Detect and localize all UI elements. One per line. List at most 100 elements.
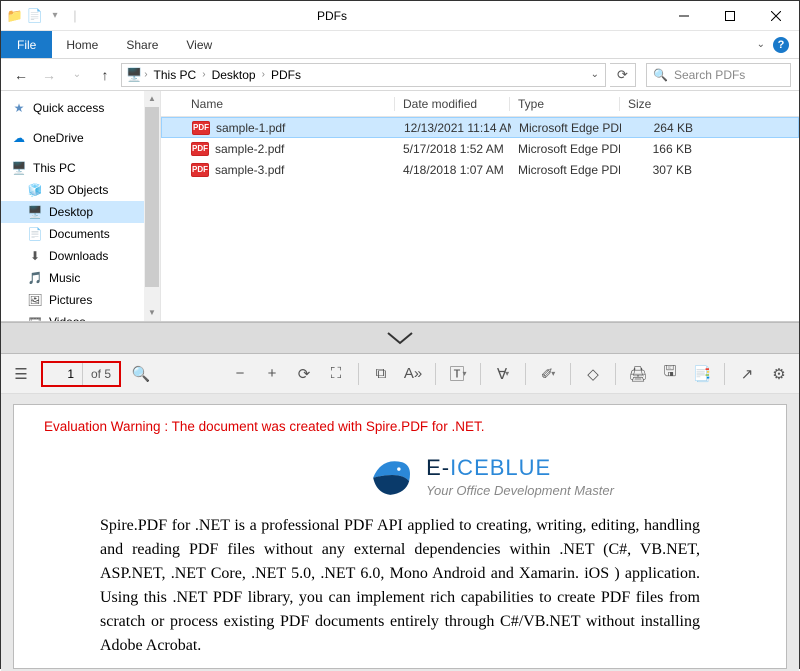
pdf-viewport[interactable]: Evaluation Warning : The document was cr… bbox=[1, 394, 799, 671]
file-size: 307 KB bbox=[620, 163, 700, 177]
refresh-button[interactable]: ⟳ bbox=[610, 63, 636, 87]
file-name: sample-3.pdf bbox=[215, 163, 284, 177]
address-bar: ← → ⌄ ↑ 🖥️ › This PC › Desktop › PDFs ⌄ … bbox=[1, 59, 799, 91]
file-row[interactable]: PDFsample-3.pdf4/18/2018 1:07 AMMicrosof… bbox=[161, 159, 799, 180]
share-icon[interactable]: ↗ bbox=[735, 362, 759, 386]
contents-icon[interactable]: ☰ bbox=[9, 362, 33, 386]
file-row[interactable]: PDF sample-2.pdf 5/17/2018 1:52 AMMicrosof… bbox=[161, 138, 799, 159]
scroll-up-icon[interactable]: ▲ bbox=[148, 91, 156, 107]
eiceblue-logo-icon bbox=[366, 452, 418, 500]
recent-dropdown[interactable]: ⌄ bbox=[65, 63, 89, 87]
ribbon: File Home Share View ⌄ ? bbox=[1, 31, 799, 59]
evaluation-warning: Evaluation Warning : The document was cr… bbox=[44, 419, 756, 434]
breadcrumb[interactable]: 🖥️ › This PC › Desktop › PDFs ⌄ bbox=[121, 63, 606, 87]
monitor-icon: 🖥️ bbox=[126, 67, 142, 83]
maximize-button[interactable] bbox=[707, 1, 753, 31]
ribbon-expand-icon[interactable]: ⌄ bbox=[757, 39, 765, 50]
music-icon: 🎵 bbox=[27, 271, 43, 285]
sidebar-desktop[interactable]: 🖥️Desktop bbox=[1, 201, 160, 223]
zoom-in-icon[interactable]: + bbox=[260, 362, 284, 386]
column-name[interactable]: Name bbox=[183, 97, 395, 111]
pdf-toolbar: ☰ 1 of 5 🔍 − + ⟳ ⛶ ⧉ A» 🅃▾ ∀▾ ✐▾ ◇ 🖨 🖫 📑… bbox=[1, 354, 799, 394]
pdf-body-text: Spire.PDF for .NET is a professional PDF… bbox=[44, 514, 756, 658]
sidebar-music[interactable]: 🎵Music bbox=[1, 267, 160, 289]
scroll-down-icon[interactable]: ▼ bbox=[148, 305, 156, 321]
monitor-icon: 🖥️ bbox=[11, 161, 27, 175]
forward-button[interactable]: → bbox=[37, 63, 61, 87]
video-icon: 🎞 bbox=[27, 315, 43, 321]
tab-view[interactable]: View bbox=[172, 31, 226, 58]
page-input[interactable]: 1 bbox=[43, 363, 83, 385]
help-icon[interactable]: ? bbox=[773, 37, 789, 53]
pdf-page: Evaluation Warning : The document was cr… bbox=[13, 404, 787, 669]
chevron-down-icon bbox=[386, 331, 414, 345]
pdf-icon: PDF bbox=[191, 163, 209, 177]
file-size: 166 KB bbox=[620, 142, 700, 156]
titlebar: 📁 📄 ▾ | PDFs bbox=[1, 1, 799, 31]
file-name: sample-1.pdf bbox=[216, 121, 285, 135]
column-type[interactable]: Type bbox=[510, 97, 620, 111]
settings-icon[interactable]: ⚙ bbox=[767, 362, 791, 386]
rotate-icon[interactable]: ⟳ bbox=[292, 362, 316, 386]
breadcrumb-thispc[interactable]: This PC bbox=[150, 68, 201, 82]
breadcrumb-desktop[interactable]: Desktop bbox=[208, 68, 260, 82]
file-row[interactable]: PDF sample-1.pdf 12/13/2021 11:14 AMMicros… bbox=[161, 117, 799, 138]
sidebar-onedrive[interactable]: ☁OneDrive bbox=[1, 127, 160, 149]
up-button[interactable]: ↑ bbox=[93, 63, 117, 87]
pdf-icon: PDF bbox=[191, 142, 209, 156]
preview-divider[interactable] bbox=[1, 322, 799, 354]
sidebar-documents[interactable]: 📄Documents bbox=[1, 223, 160, 245]
back-button[interactable]: ← bbox=[9, 63, 33, 87]
breadcrumb-sep: › bbox=[144, 69, 147, 80]
file-date: 12/13/2021 11:14 AM bbox=[396, 121, 511, 135]
fit-page-icon[interactable]: ⛶ bbox=[324, 362, 348, 386]
text-tool-icon[interactable]: 🅃▾ bbox=[446, 362, 470, 386]
sidebar-quickaccess[interactable]: ★Quick access bbox=[1, 97, 160, 119]
sidebar-3dobjects[interactable]: 🧊3D Objects bbox=[1, 179, 160, 201]
file-name: sample-2.pdf bbox=[215, 142, 284, 156]
print-icon[interactable]: 🖨 bbox=[626, 362, 650, 386]
highlight-tool-icon[interactable]: ✐▾ bbox=[536, 362, 560, 386]
page-view-icon[interactable]: ⧉ bbox=[369, 362, 393, 386]
window-title: PDFs bbox=[3, 9, 661, 23]
pictures-icon: 🖼 bbox=[27, 293, 43, 307]
file-list[interactable]: Name Date modified Type Size PDF sample-1… bbox=[161, 91, 799, 321]
save-icon[interactable]: 🖫 bbox=[658, 362, 682, 386]
page-indicator: 1 of 5 bbox=[41, 361, 121, 387]
read-aloud-icon[interactable]: A» bbox=[401, 362, 425, 386]
pdf-icon: PDF bbox=[192, 121, 210, 135]
search-input[interactable]: 🔍 Search PDFs bbox=[646, 63, 791, 87]
sidebar-thispc[interactable]: 🖥️This PC bbox=[1, 157, 160, 179]
search-placeholder: Search PDFs bbox=[674, 68, 745, 82]
cloud-icon: ☁ bbox=[11, 131, 27, 145]
tab-share[interactable]: Share bbox=[112, 31, 172, 58]
erase-icon[interactable]: ◇ bbox=[581, 362, 605, 386]
column-date[interactable]: Date modified bbox=[395, 97, 510, 111]
cube-icon: 🧊 bbox=[27, 183, 43, 197]
save-as-icon[interactable]: 📑 bbox=[690, 362, 714, 386]
minimize-button[interactable] bbox=[661, 1, 707, 31]
page-total: of 5 bbox=[83, 367, 119, 381]
file-type: Microsoft Edge PDF ... bbox=[511, 121, 621, 135]
search-icon: 🔍 bbox=[653, 68, 668, 82]
draw-tool-icon[interactable]: ∀▾ bbox=[491, 362, 515, 386]
search-pdf-icon[interactable]: 🔍 bbox=[129, 362, 153, 386]
tab-home[interactable]: Home bbox=[52, 31, 112, 58]
sidebar-videos[interactable]: 🎞Videos bbox=[1, 311, 160, 321]
file-date: 4/18/2018 1:07 AM bbox=[395, 163, 510, 177]
scroll-thumb[interactable] bbox=[145, 107, 159, 287]
close-button[interactable] bbox=[753, 1, 799, 31]
file-tab[interactable]: File bbox=[1, 31, 52, 58]
column-size[interactable]: Size bbox=[620, 97, 700, 111]
zoom-out-icon[interactable]: − bbox=[228, 362, 252, 386]
navigation-pane[interactable]: ★Quick access ☁OneDrive 🖥️This PC 🧊3D Ob… bbox=[1, 91, 161, 321]
sidebar-downloads[interactable]: ⬇Downloads bbox=[1, 245, 160, 267]
file-date: 5/17/2018 1:52 AM bbox=[395, 142, 510, 156]
breadcrumb-dropdown-icon[interactable]: ⌄ bbox=[591, 69, 599, 80]
file-size: 264 KB bbox=[621, 121, 701, 135]
sidebar-pictures[interactable]: 🖼Pictures bbox=[1, 289, 160, 311]
breadcrumb-pdfs[interactable]: PDFs bbox=[267, 68, 305, 82]
sidebar-scrollbar[interactable]: ▲ ▼ bbox=[144, 91, 160, 321]
column-headers: Name Date modified Type Size bbox=[161, 91, 799, 117]
file-type: Microsoft Edge PDF ... bbox=[510, 142, 620, 156]
